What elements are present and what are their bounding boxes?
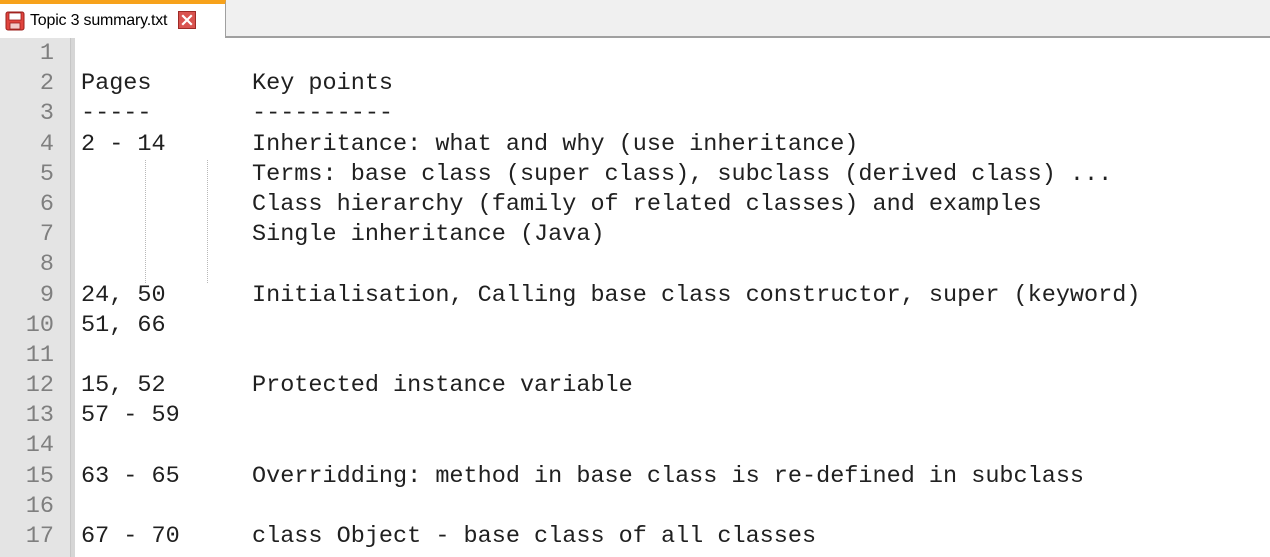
- line-number: 13: [25, 402, 54, 430]
- pages-text: -----: [81, 100, 152, 128]
- key-points-text: Inheritance: what and why (use inheritan…: [252, 130, 859, 158]
- editor-line[interactable]: 17 67 - 70 class Object - base class of al…: [0, 522, 1270, 552]
- pages-text: 57 - 59: [81, 402, 180, 430]
- pages-text: 67 - 70: [81, 523, 180, 550]
- text-editor[interactable]: 1 2 Pages Key points 3 ----- ---------- 4 2 - 14…: [0, 38, 1270, 557]
- line-number: 3: [39, 100, 54, 128]
- tab-bar: Topic 3 summary.txt: [0, 0, 1270, 38]
- pages-text: 15, 52: [81, 372, 166, 400]
- editor-line[interactable]: 1: [0, 39, 1270, 69]
- editor-line[interactable]: 3 ----- ----------: [0, 99, 1270, 129]
- editor-line[interactable]: 7 Single inheritance (Java): [0, 220, 1270, 250]
- editor-line[interactable]: 16: [0, 492, 1270, 522]
- pages-text: 63 - 65: [81, 462, 180, 490]
- editor-line[interactable]: 2 Pages Key points: [0, 69, 1270, 99]
- editor-line[interactable]: 13 57 - 59: [0, 401, 1270, 431]
- editor-line[interactable]: 15 63 - 65 Overridding: method in base cla…: [0, 462, 1270, 492]
- key-points-text: ----------: [252, 100, 394, 128]
- line-number: 16: [25, 492, 54, 520]
- pages-text: 2 - 14: [81, 130, 166, 158]
- editor-line[interactable]: 11: [0, 341, 1270, 371]
- line-number: 2: [39, 70, 54, 98]
- line-number: 17: [25, 523, 54, 550]
- pages-text: Pages: [81, 70, 152, 98]
- line-number: 15: [25, 462, 54, 490]
- editor-line[interactable]: 8: [0, 250, 1270, 280]
- key-points-text: Single inheritance (Java): [252, 221, 605, 249]
- line-number: 11: [25, 341, 54, 369]
- line-number: 1: [39, 40, 54, 67]
- editor-line[interactable]: 4 2 - 14 Inheritance: what and why (use in…: [0, 130, 1270, 160]
- key-points-text: Terms: base class (super class), subclas…: [252, 160, 1113, 188]
- editor-line[interactable]: 14: [0, 431, 1270, 461]
- key-points-text: class Object - base class of all classes: [252, 523, 817, 550]
- pages-text: 24, 50: [81, 281, 166, 309]
- line-number: 6: [39, 190, 54, 218]
- editor-line[interactable]: 6 Class hierarchy (family of related clas…: [0, 190, 1270, 220]
- tab-title: Topic 3 summary.txt: [30, 12, 168, 29]
- editor-lines: 1 2 Pages Key points 3 ----- ---------- 4 2 - 14…: [0, 39, 1270, 552]
- line-number: 9: [39, 281, 54, 309]
- line-number: 14: [25, 432, 54, 460]
- line-number: 12: [25, 372, 54, 400]
- editor-line[interactable]: 10 51, 66: [0, 311, 1270, 341]
- line-number: 4: [39, 130, 54, 158]
- line-number: 8: [39, 251, 54, 279]
- floppy-disk-icon: [5, 11, 25, 31]
- tab-close-button[interactable]: [178, 11, 197, 29]
- close-icon: [181, 14, 193, 26]
- editor-line[interactable]: 5 Terms: base class (super class), subcla…: [0, 160, 1270, 190]
- line-number: 10: [25, 311, 54, 339]
- key-points-text: Class hierarchy (family of related class…: [252, 190, 1042, 218]
- line-number: 5: [39, 160, 54, 188]
- key-points-text: Protected instance variable: [252, 372, 633, 400]
- key-points-text: Key points: [252, 70, 394, 98]
- key-points-text: Overridding: method in base class is re-…: [252, 462, 1085, 490]
- editor-line[interactable]: 12 15, 52 Protected instance variable: [0, 371, 1270, 401]
- file-tab[interactable]: Topic 3 summary.txt: [0, 0, 226, 38]
- editor-line[interactable]: 9 24, 50 Initialisation, Calling base clas…: [0, 281, 1270, 311]
- line-number: 7: [39, 221, 54, 249]
- key-points-text: Initialisation, Calling base class const…: [252, 281, 1141, 309]
- pages-text: 51, 66: [81, 311, 166, 339]
